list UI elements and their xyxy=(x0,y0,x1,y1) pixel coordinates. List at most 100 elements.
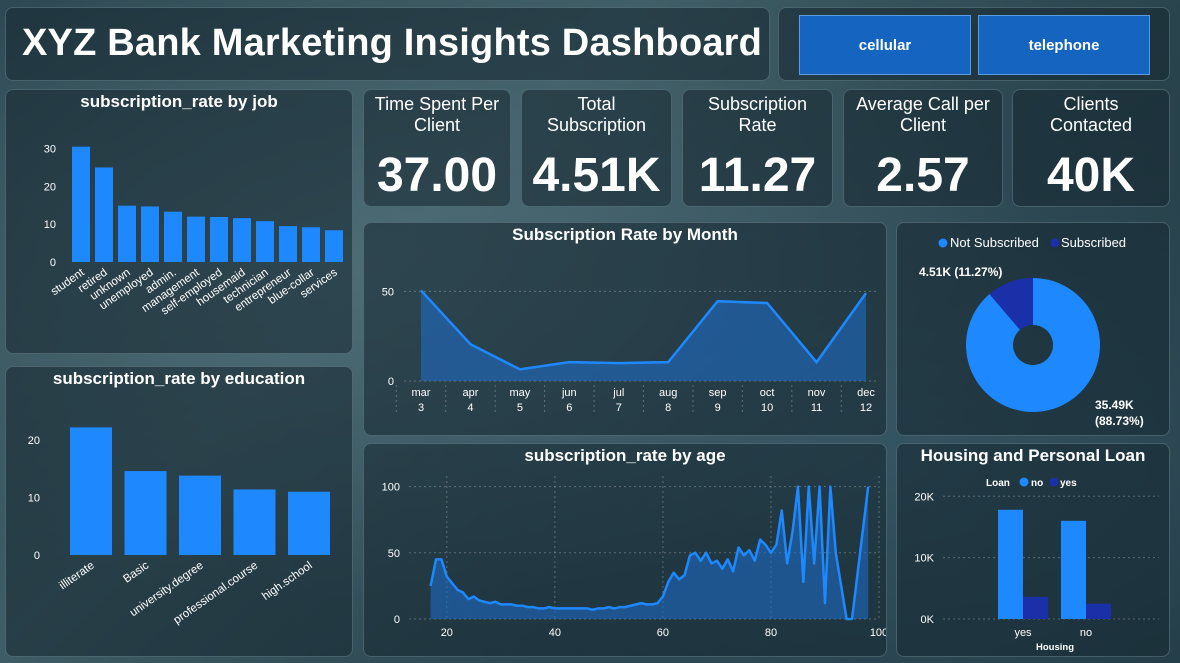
kpi-label-line1: Subscription xyxy=(707,94,808,114)
x-tick-label: may xyxy=(509,387,530,399)
y-tick-label: 10 xyxy=(28,493,40,505)
x-tick-sublabel: 8 xyxy=(665,402,671,414)
education-chart-title: subscription_rate by education xyxy=(52,369,306,388)
legend-label: Not Subscribed xyxy=(950,235,1039,250)
age-chart-title: subscription_rate by age xyxy=(524,446,726,465)
kpi-label-line2: Subscription xyxy=(546,115,647,135)
y-tick-label: 50 xyxy=(382,286,394,298)
cellular-filter-button[interactable]: cellular xyxy=(799,15,971,75)
x-tick-label: jul xyxy=(612,387,624,399)
kpi-subscription-rate: Subscription Rate 11.27 xyxy=(682,89,833,207)
kpi-time-spent: Time Spent Per Client 37.00 xyxy=(363,89,511,207)
bar xyxy=(124,471,167,555)
housing-chart-panel: Housing and Personal Loan Loan no yes 0K 10K… xyxy=(896,443,1170,657)
x-tick-sublabel: 6 xyxy=(566,402,572,414)
x-tick-label: apr xyxy=(462,387,478,399)
area-fill xyxy=(421,290,866,381)
x-tick-sublabel: 10 xyxy=(761,402,773,414)
bar xyxy=(1023,596,1048,619)
data-label: (88.73%) xyxy=(1095,414,1144,428)
x-tick-label: oct xyxy=(760,387,775,399)
bar xyxy=(233,218,251,262)
title-panel: XYZ Bank Marketing Insights Dashboard xyxy=(5,7,770,81)
telephone-filter-button[interactable]: telephone xyxy=(978,15,1150,75)
legend-marker xyxy=(1049,477,1059,487)
kpi-label-line1: Average Call per xyxy=(856,94,990,114)
education-bar-chart: 01020illiterate Basicuniversity.degreepro… xyxy=(28,427,330,627)
bar xyxy=(1086,603,1111,619)
kpi-label-line1: Time Spent Per xyxy=(374,94,500,114)
x-tick-sublabel: 5 xyxy=(517,402,523,414)
x-tick-sublabel: 9 xyxy=(715,402,721,414)
y-tick-label: 50 xyxy=(388,548,400,560)
y-tick-label: 10 xyxy=(44,219,56,231)
bar xyxy=(118,205,136,262)
legend-label: no xyxy=(1031,478,1043,489)
bar xyxy=(233,489,276,555)
data-label: 35.49K xyxy=(1095,398,1134,412)
bar xyxy=(72,146,90,262)
legend-title: Loan xyxy=(986,478,1010,489)
kpi-value: 40K xyxy=(1046,149,1136,202)
y-tick-label: 100 xyxy=(382,482,400,494)
x-tick-label: yes xyxy=(1014,627,1032,639)
kpi-label-line2: Client xyxy=(899,115,947,135)
x-tick-label: nov xyxy=(808,387,826,399)
x-tick-sublabel: 11 xyxy=(811,402,822,414)
y-tick-label: 0 xyxy=(388,376,394,388)
bar xyxy=(70,427,112,555)
kpi-value: 11.27 xyxy=(698,149,817,202)
x-tick-label: illiterate xyxy=(57,560,96,593)
x-tick-sublabel: 3 xyxy=(418,402,424,414)
housing-chart-title: Housing and Personal Loan xyxy=(920,446,1146,465)
bar xyxy=(187,216,205,262)
bar xyxy=(210,217,228,262)
x-axis-label: Housing xyxy=(1036,642,1074,653)
y-tick-label: 0K xyxy=(921,614,935,626)
x-tick-sublabel: 7 xyxy=(616,402,622,414)
x-tick-label: sep xyxy=(709,387,727,399)
kpi-label-line2: Client xyxy=(413,115,461,135)
bar xyxy=(325,230,343,262)
housing-loan-bar-chart: Loan no yes 0K 10K 20K yes no Housing xyxy=(914,477,1159,653)
subscription-donut-chart: Not Subscribed Subscribed 4.51K (11.27%) 35… xyxy=(919,235,1144,428)
y-tick-label: 20 xyxy=(28,435,40,447)
x-tick-label: mar xyxy=(412,387,431,399)
filter-panel: cellular telephone xyxy=(778,7,1170,81)
kpi-label-line2: Contacted xyxy=(1049,115,1133,135)
kpi-label-line1: Clients xyxy=(1063,94,1119,114)
month-chart-panel: Subscription Rate by Month 0 50 mar 3 apr 4 ma… xyxy=(363,222,887,436)
x-tick-sublabel: 12 xyxy=(860,402,872,414)
bar xyxy=(141,206,159,262)
x-tick-label: high.school xyxy=(260,560,315,603)
kpi-average-call: Average Call per Client 2.57 xyxy=(843,89,1003,207)
y-tick-label: 0 xyxy=(50,257,56,269)
legend-marker xyxy=(938,238,948,248)
x-tick-label: 20 xyxy=(441,627,453,639)
y-tick-label: 0 xyxy=(394,614,400,626)
month-chart-title: Subscription Rate by Month xyxy=(512,225,738,244)
legend-label: Subscribed xyxy=(1061,235,1126,250)
x-tick-label: dec xyxy=(857,387,875,399)
x-tick-label: 100 xyxy=(870,627,886,639)
bar xyxy=(95,167,113,262)
kpi-clients-contacted: Clients Contacted 40K xyxy=(1012,89,1170,207)
y-tick-label: 0 xyxy=(34,550,40,562)
kpi-label-line2: Rate xyxy=(738,115,777,135)
x-tick-sublabel: 4 xyxy=(467,402,473,414)
job-bar-chart: 0102030studentretiredunknownunemployedad… xyxy=(44,144,343,318)
kpi-value: 37.00 xyxy=(376,149,498,202)
x-tick-label: 80 xyxy=(765,627,777,639)
age-chart-panel: subscription_rate by age 0 50 100 20 40 60 80 1… xyxy=(363,443,887,657)
donut-chart-panel: Not Subscribed Subscribed 4.51K (11.27%) 35… xyxy=(896,222,1170,436)
x-tick-label: Basic xyxy=(121,559,151,585)
month-area-chart: 0 50 mar 3 apr 4 may 5 jun 6 jul 7 aug 8 sep 9 oct 10 nov 1… xyxy=(382,286,876,415)
bar xyxy=(279,226,297,262)
legend-marker xyxy=(1050,238,1060,248)
y-tick-label: 30 xyxy=(44,144,56,156)
bar xyxy=(1061,520,1086,619)
bar xyxy=(998,509,1023,619)
kpi-total-subscription: Total Subscription 4.51K xyxy=(521,89,672,207)
page-title: XYZ Bank Marketing Insights Dashboard xyxy=(22,22,763,64)
bar xyxy=(302,227,320,262)
